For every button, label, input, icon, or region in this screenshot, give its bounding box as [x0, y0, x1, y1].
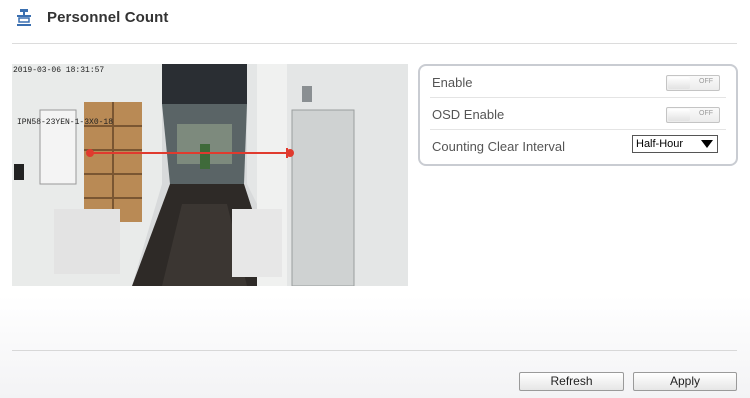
refresh-button[interactable]: Refresh — [519, 372, 624, 391]
page-header: Personnel Count — [0, 0, 750, 44]
counter-icon — [14, 8, 34, 28]
toggle-knob — [668, 77, 690, 89]
clear-interval-select[interactable]: Half-Hour — [632, 135, 718, 153]
clear-interval-label: Counting Clear Interval — [432, 139, 565, 154]
osd-timestamp: 2019-03-06 18:31:57 — [13, 66, 105, 75]
clear-interval-row: Counting Clear Interval Half-Hour — [430, 130, 726, 161]
live-video-preview[interactable]: 2019-03-06 18:31:57 IPN58-23YEN-1-3X0-18 — [12, 64, 408, 286]
osd-enable-label: OSD Enable — [432, 107, 505, 122]
enable-toggle[interactable]: OFF — [666, 75, 720, 91]
toggle-state: OFF — [699, 110, 713, 117]
enable-label: Enable — [432, 75, 473, 90]
footer-divider — [12, 350, 737, 351]
clear-interval-value: Half-Hour — [636, 138, 684, 150]
settings-panel: Enable OFF OSD Enable OFF Counting Clear… — [418, 64, 738, 166]
dropdown-arrow-icon — [701, 140, 713, 148]
osd-enable-toggle[interactable]: OFF — [666, 107, 720, 123]
header-divider — [12, 43, 737, 44]
apply-button[interactable]: Apply — [633, 372, 737, 391]
toggle-knob — [668, 109, 690, 121]
osd-model-name: IPN58-23YEN-1-3X0-18 — [17, 118, 114, 127]
toggle-state: OFF — [699, 78, 713, 85]
page-title: Personnel Count — [47, 9, 169, 26]
osd-enable-row: OSD Enable OFF — [430, 98, 726, 130]
enable-row: Enable OFF — [430, 66, 726, 98]
count-line-start-handle[interactable] — [86, 149, 94, 157]
